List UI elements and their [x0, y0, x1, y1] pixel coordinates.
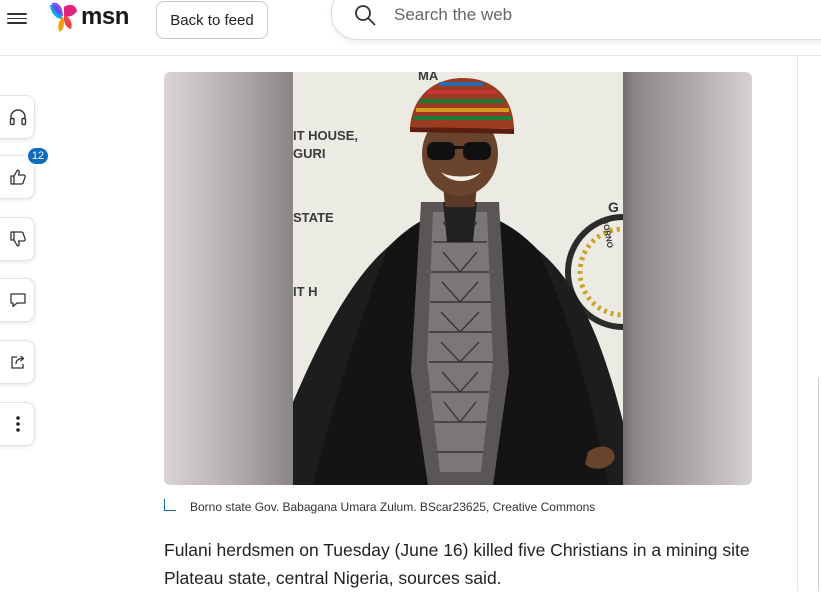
listen-button[interactable] — [0, 95, 35, 139]
caption-text: Borno state Gov. Babagana Umara Zulum. B… — [190, 500, 596, 514]
comment-button[interactable] — [0, 278, 35, 322]
search-icon[interactable] — [354, 4, 376, 26]
dislike-button[interactable] — [0, 217, 35, 261]
thumbs-down-icon — [9, 231, 26, 247]
search-input[interactable] — [394, 1, 814, 29]
more-options-button[interactable] — [0, 402, 35, 446]
msn-logo[interactable]: msn — [46, 0, 129, 34]
caption-corner-icon — [164, 499, 176, 511]
thumbs-up-icon — [9, 169, 26, 185]
share-button[interactable] — [0, 340, 35, 384]
search-bar[interactable] — [331, 0, 821, 40]
msn-butterfly-icon — [50, 2, 77, 32]
governor-photo: G BORNO MA IT HOUSE, GURI STATE IT H — [293, 72, 623, 485]
backdrop-text-guri: GURI — [293, 146, 326, 161]
image-caption: Borno state Gov. Babagana Umara Zulum. B… — [164, 497, 595, 517]
like-count-badge: 12 — [26, 146, 50, 166]
back-to-feed-button[interactable]: Back to feed — [156, 1, 268, 39]
article-paragraph: Fulani herdsmen on Tuesday (June 16) kil… — [164, 540, 750, 588]
share-icon — [10, 355, 24, 369]
headphones-icon — [9, 109, 26, 126]
comment-icon — [9, 293, 26, 308]
menu-icon[interactable] — [7, 10, 27, 26]
backdrop-text-state: STATE — [293, 210, 334, 225]
more-vertical-icon — [15, 416, 20, 432]
top-bar: msn Back to feed — [0, 0, 821, 56]
backdrop-text-ith: IT H — [293, 284, 318, 299]
backdrop-text-house: IT HOUSE, — [293, 128, 358, 143]
logo-text: msn — [81, 3, 129, 30]
scrollbar-track[interactable] — [818, 378, 819, 591]
backdrop-text-ma: MA — [418, 72, 439, 83]
backdrop-text-g: G — [608, 199, 619, 215]
article-image[interactable]: G BORNO MA IT HOUSE, GURI STATE IT H — [164, 72, 752, 485]
right-divider — [797, 56, 798, 591]
